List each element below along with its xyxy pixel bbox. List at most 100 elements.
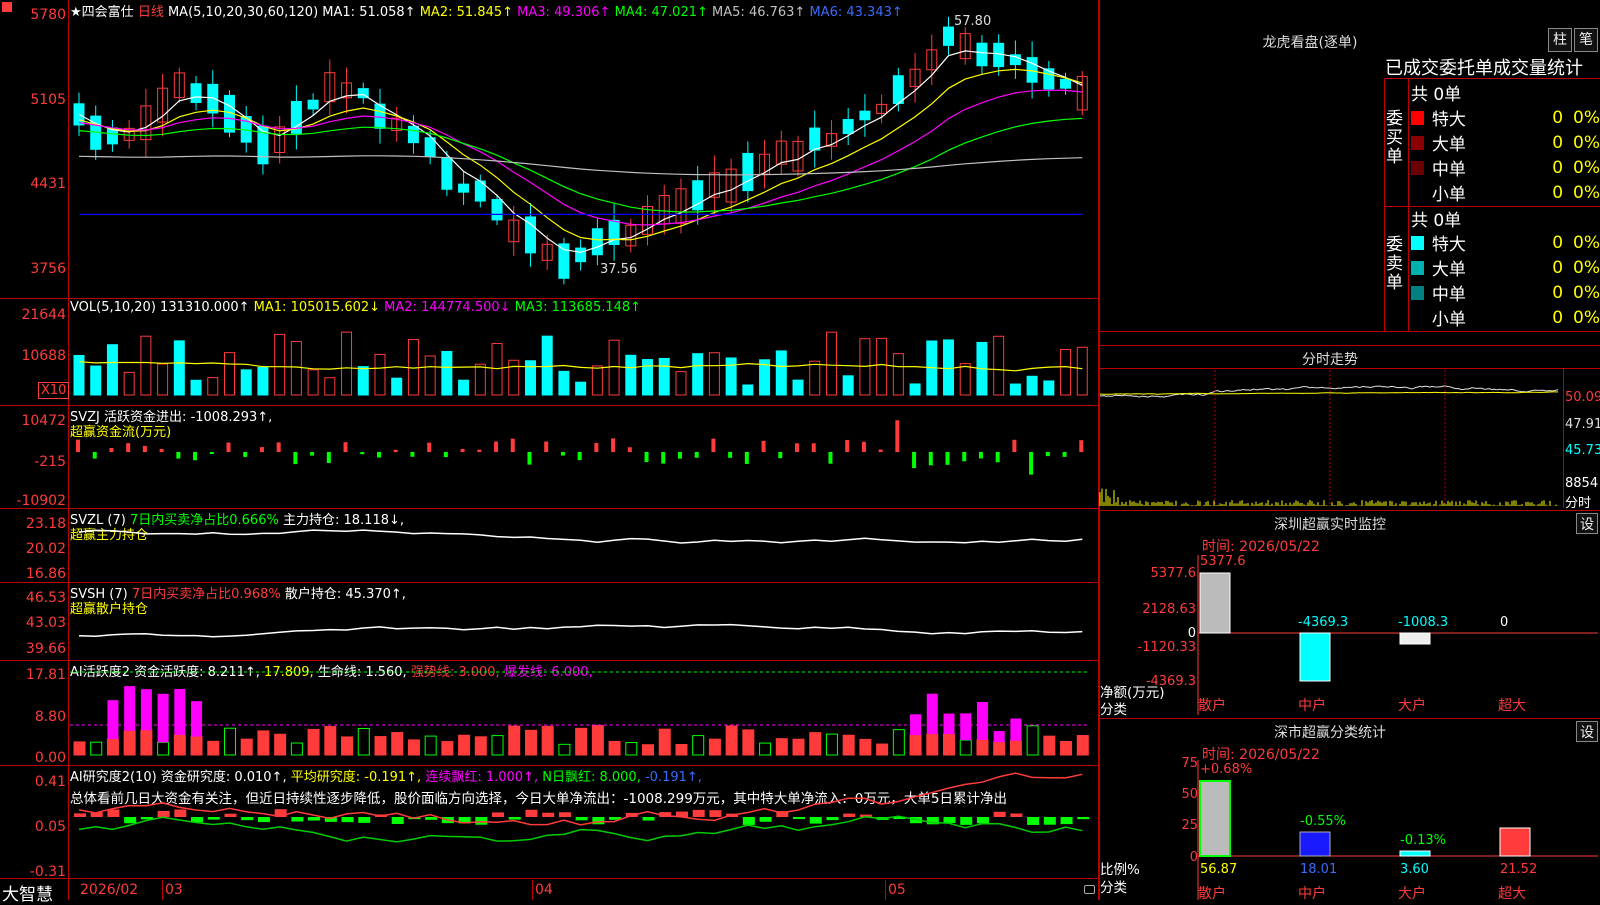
research-bar bbox=[1027, 817, 1040, 825]
activity-bar bbox=[290, 742, 303, 756]
activity-bar bbox=[558, 743, 571, 756]
volume-bar bbox=[675, 371, 687, 396]
ai-research-tick-2: -0.31 bbox=[29, 864, 66, 880]
candlestick-chart[interactable] bbox=[70, 16, 1095, 295]
ma-header: ★四会富仕 日线 MA(5,10,20,30,60,120) MA1: 51.0… bbox=[70, 1, 903, 20]
flow-bar bbox=[1079, 440, 1084, 452]
flow-bar bbox=[226, 442, 231, 452]
volume-bar bbox=[458, 379, 470, 396]
intraday-title: 分时走势 bbox=[1302, 352, 1358, 368]
mid-pct-bar bbox=[1299, 831, 1331, 857]
activity-bar bbox=[173, 734, 186, 756]
buy-row-s: 小单 0 0% bbox=[1411, 180, 1600, 205]
classify-settings-button[interactable]: 设 bbox=[1576, 721, 1598, 742]
price-tick-3: 3756 bbox=[30, 261, 66, 277]
flow-bar bbox=[744, 452, 749, 464]
volume-bar bbox=[307, 369, 319, 396]
ma3: MA3: 49.306↑ bbox=[517, 5, 611, 20]
flow-bar bbox=[477, 449, 482, 452]
research-bar bbox=[826, 817, 839, 821]
flow-bar bbox=[594, 443, 599, 452]
intraday-price-line bbox=[1099, 385, 1559, 398]
research-bar bbox=[74, 813, 86, 817]
activity-bar bbox=[106, 738, 119, 756]
bar-value-label: -1008.3 bbox=[1398, 615, 1448, 630]
candle bbox=[742, 152, 754, 192]
activity-bar bbox=[775, 738, 788, 756]
candle bbox=[441, 157, 453, 190]
activity-bar bbox=[642, 744, 655, 756]
candle bbox=[859, 110, 871, 121]
intraday-tick-2: 45.73 bbox=[1565, 443, 1600, 458]
research-bar bbox=[843, 813, 856, 817]
volume-bar bbox=[223, 352, 235, 396]
activity-bar bbox=[859, 738, 872, 756]
intraday-tick-3: 8854 bbox=[1565, 476, 1599, 491]
legend-swatch bbox=[1411, 160, 1424, 175]
dragon-title: 龙虎看盘(逐单) bbox=[1262, 35, 1358, 51]
pct-value-label: 56.87 bbox=[1200, 862, 1237, 877]
flow-bar bbox=[828, 452, 833, 464]
volume-bar bbox=[106, 344, 118, 396]
research-bar bbox=[709, 810, 722, 817]
research-bar bbox=[692, 809, 705, 817]
volume-bar bbox=[157, 363, 169, 396]
pct-change-label: -0.13% bbox=[1400, 833, 1446, 848]
period-label[interactable]: 日线 bbox=[138, 5, 164, 20]
research-bar bbox=[224, 813, 237, 817]
flow-bar bbox=[126, 443, 131, 452]
activity-bar bbox=[909, 734, 922, 756]
flow-bar bbox=[962, 452, 967, 462]
bar-mode-button[interactable]: 柱 bbox=[1548, 28, 1572, 52]
activity-bar bbox=[391, 732, 404, 756]
activity-bar bbox=[73, 741, 86, 756]
main-holding-chart bbox=[78, 529, 1083, 544]
volume-bar bbox=[274, 333, 286, 396]
price-tick-2: 4431 bbox=[30, 176, 66, 192]
research-bar bbox=[642, 817, 655, 821]
row-pct: 0% bbox=[1573, 132, 1600, 153]
ma6: MA6: 43.343↑ bbox=[809, 5, 903, 20]
activity-bar bbox=[524, 729, 537, 756]
research-bar bbox=[391, 817, 404, 824]
candle bbox=[809, 127, 821, 151]
ai-research-chart bbox=[74, 772, 1090, 843]
classify-ylabel: 比例% bbox=[1100, 862, 1140, 878]
row-label: 中单 bbox=[1431, 160, 1466, 180]
volume-bar bbox=[642, 359, 654, 396]
research-bar bbox=[592, 817, 605, 825]
volume-bar bbox=[424, 355, 436, 396]
flow-bar bbox=[945, 452, 950, 465]
monitor-settings-button[interactable]: 设 bbox=[1576, 513, 1598, 534]
intraday-chart[interactable] bbox=[1099, 370, 1562, 508]
flow-bar bbox=[259, 447, 264, 452]
monitor-bar-chart: 5377.6 -4369.3 -1008.3 0 散户 中户 大户 超大 bbox=[1197, 554, 1598, 715]
activity-bar bbox=[307, 728, 320, 756]
research-bar bbox=[291, 817, 304, 822]
pct-change-label: -0.55% bbox=[1300, 814, 1346, 829]
activity-bar bbox=[692, 735, 705, 756]
ai-activity-chart bbox=[70, 671, 1090, 756]
svzl-tick-0: 23.18 bbox=[25, 516, 66, 532]
retail-pct-bar bbox=[1199, 780, 1231, 857]
sell-row-s: 小单 0 0% bbox=[1411, 305, 1600, 330]
intraday-avg-line bbox=[1099, 391, 1559, 395]
research-bar bbox=[759, 817, 772, 822]
flow-bar bbox=[360, 452, 365, 455]
buy-row-xl: 特大 0 0% bbox=[1411, 105, 1600, 130]
tick-mode-button[interactable]: 笔 bbox=[1574, 28, 1598, 52]
flow-bar bbox=[677, 452, 682, 459]
activity-bar bbox=[123, 730, 136, 756]
activity-bar bbox=[508, 725, 521, 756]
flow-bar bbox=[460, 448, 465, 452]
intraday-tick-0: 50.09 bbox=[1565, 390, 1600, 405]
volume-bar bbox=[1043, 380, 1055, 396]
ma5: MA5: 46.763↑ bbox=[712, 5, 806, 20]
large-pct-bar bbox=[1399, 850, 1431, 857]
lock-icon[interactable] bbox=[1084, 885, 1095, 894]
research-bar bbox=[575, 817, 588, 821]
stock-name[interactable]: 四会富仕 bbox=[82, 5, 134, 20]
activity-bar bbox=[976, 739, 989, 756]
monitor-tick-3: -1120.33 bbox=[1137, 640, 1196, 655]
monitor-tick-1: 2128.63 bbox=[1142, 602, 1196, 617]
